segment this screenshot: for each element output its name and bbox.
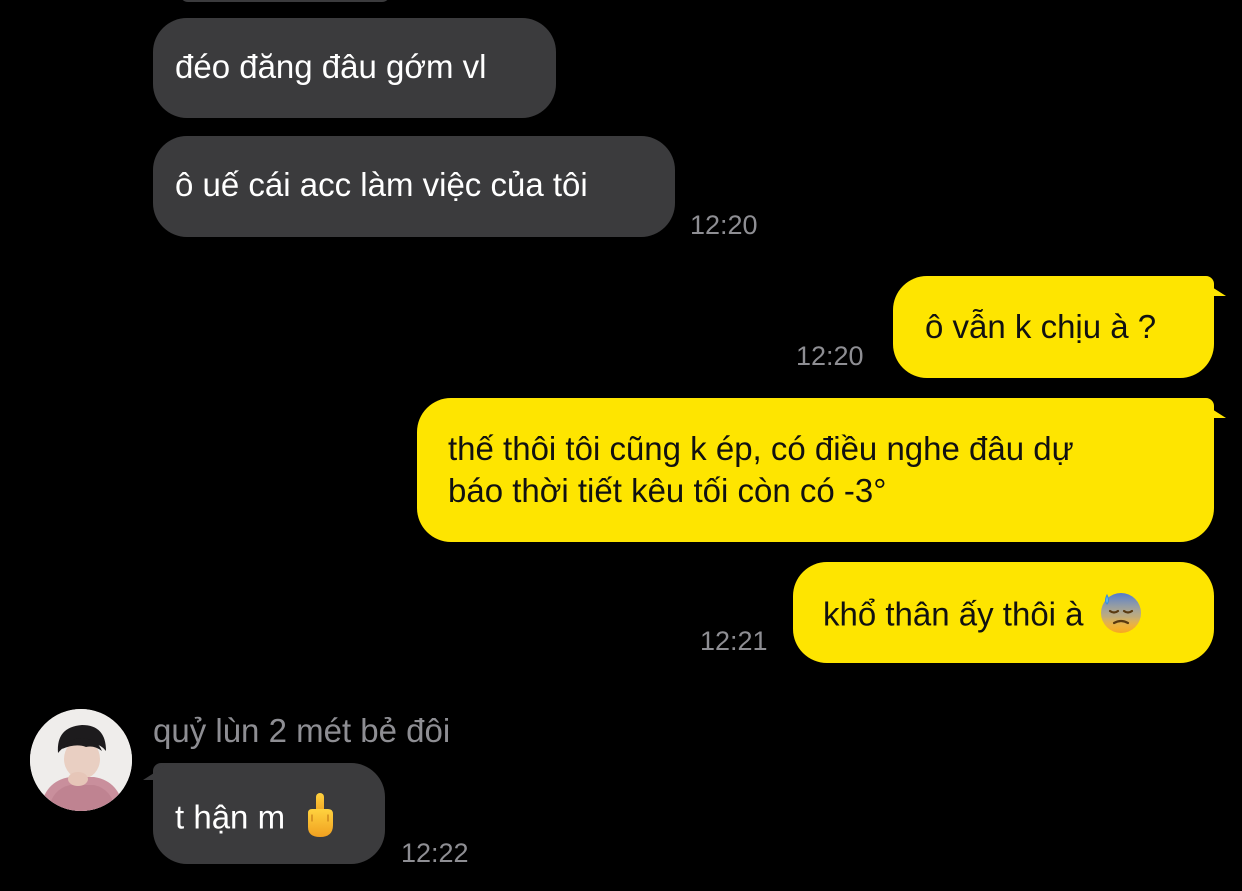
- message-text-line: báo thời tiết kêu tối còn có -3°: [448, 472, 887, 509]
- bubble-tail: [1204, 282, 1226, 296]
- message-timestamp: 12:20: [796, 341, 864, 371]
- incoming-message-bubble[interactable]: đéo đăng đâu gớm vl: [153, 18, 556, 118]
- outgoing-message-bubble[interactable]: thế thôi tôi cũng k ép, có điều nghe đâu…: [417, 398, 1214, 542]
- message-text: đéo đăng đâu gớm vl: [175, 48, 487, 85]
- outgoing-message-bubble[interactable]: khổ thân ấy thôi à: [793, 562, 1214, 663]
- message-text: ô uế cái acc làm việc của tôi: [175, 166, 588, 203]
- incoming-message-bubble[interactable]: ô uế cái acc làm việc của tôi: [153, 136, 675, 237]
- message-text: khổ thân ấy thôi à: [823, 595, 1084, 633]
- sender-avatar[interactable]: [30, 709, 132, 811]
- previous-message-bubble-edge: [180, 0, 390, 2]
- outgoing-message-bubble[interactable]: ô vẫn k chịu à ?: [893, 276, 1214, 378]
- incoming-message-bubble[interactable]: t hận m: [153, 763, 385, 864]
- sender-name: quỷ lùn 2 mét bẻ đôi: [153, 712, 451, 749]
- message-timestamp: 12:20: [690, 210, 758, 240]
- message-text-line: thế thôi tôi cũng k ép, có điều nghe đâu…: [448, 430, 1074, 467]
- message-text: ô vẫn k chịu à ?: [925, 308, 1157, 345]
- downcast-face-with-sweat-emoji: [1099, 590, 1143, 644]
- message-timestamp: 12:21: [700, 626, 768, 656]
- bubble-tail: [143, 766, 165, 780]
- message-timestamp: 12:22: [401, 838, 469, 868]
- message-text: t hận m: [175, 798, 286, 836]
- middle-finger-emoji: [300, 791, 340, 849]
- bubble-tail: [1204, 404, 1226, 418]
